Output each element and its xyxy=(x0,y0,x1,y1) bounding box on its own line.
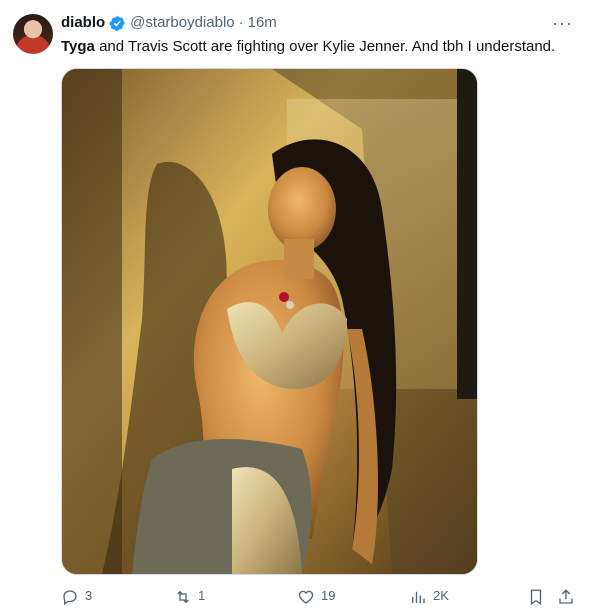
tweet-text-body: and Travis Scott are fighting over Kylie… xyxy=(94,38,556,55)
avatar[interactable] xyxy=(13,14,53,54)
retweet-icon xyxy=(177,590,189,604)
share-button[interactable] xyxy=(557,588,575,606)
tweet-actions: 3 1 19 2K xyxy=(61,588,581,612)
timestamp[interactable]: 16m xyxy=(248,13,277,33)
tweet-header: diablo @starboydiablo · 16m xyxy=(61,13,277,33)
verified-badge-icon xyxy=(109,15,126,32)
like-button[interactable]: 19 xyxy=(297,588,335,606)
tweet[interactable]: diablo @starboydiablo · 16m ··· Tyga and… xyxy=(0,0,595,606)
tweet-text-mention: Tyga xyxy=(61,38,95,55)
views-icon xyxy=(412,591,425,603)
share-icon xyxy=(559,589,573,604)
like-count: 19 xyxy=(321,588,336,603)
tweet-text: Tyga and Travis Scott are fighting over … xyxy=(61,37,581,57)
reply-count: 3 xyxy=(85,588,93,603)
retweet-button[interactable]: 1 xyxy=(174,588,205,606)
bookmark-icon xyxy=(530,589,542,606)
retweet-count: 1 xyxy=(198,588,206,603)
photo xyxy=(62,69,477,574)
display-name[interactable]: diablo xyxy=(61,13,105,33)
separator: · xyxy=(238,14,244,31)
views-count: 2K xyxy=(433,588,449,603)
views-button[interactable]: 2K xyxy=(409,588,449,606)
tweet-image[interactable] xyxy=(61,68,478,575)
more-icon[interactable]: ··· xyxy=(552,13,573,33)
reply-button[interactable]: 3 xyxy=(61,588,92,606)
bookmark-button[interactable] xyxy=(527,588,545,606)
reply-icon xyxy=(63,590,77,606)
handle[interactable]: @starboydiablo xyxy=(130,13,234,33)
heart-icon xyxy=(298,590,314,604)
